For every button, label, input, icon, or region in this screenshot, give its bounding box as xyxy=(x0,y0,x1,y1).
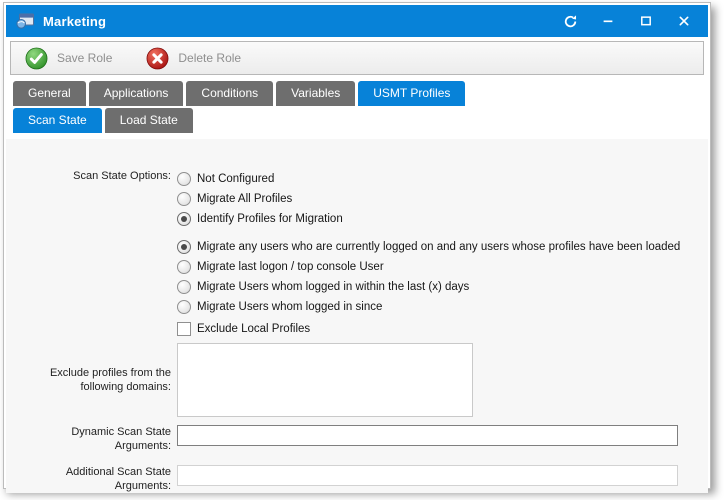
additional-args-row: Additional Scan State Arguments: xyxy=(6,465,708,493)
maximize-icon xyxy=(639,14,653,28)
checkbox-label: Exclude Local Profiles xyxy=(197,323,310,335)
radio-label: Migrate Users whom logged in since xyxy=(197,301,382,313)
dynamic-args-row: Dynamic Scan State Arguments: xyxy=(6,425,708,453)
app-icon xyxy=(16,13,34,29)
toolbar-button-label: Save Role xyxy=(57,51,112,65)
radio-indicator xyxy=(177,172,191,186)
radio-label: Migrate Users whom logged in within the … xyxy=(197,281,469,293)
dynamic-args-label: Dynamic Scan State Arguments: xyxy=(6,425,171,453)
radio-label: Migrate any users who are currently logg… xyxy=(197,241,680,253)
exclude-domains-textarea[interactable] xyxy=(177,343,473,417)
sub-tab-strip: Scan StateLoad State xyxy=(13,108,708,133)
subtab-scan-state[interactable]: Scan State xyxy=(13,108,102,133)
additional-args-input[interactable] xyxy=(177,465,678,486)
radio-indicator xyxy=(177,240,191,254)
tab-variables[interactable]: Variables xyxy=(276,81,355,106)
tab-conditions[interactable]: Conditions xyxy=(186,81,273,106)
dynamic-args-input[interactable] xyxy=(177,425,678,446)
tab-general[interactable]: General xyxy=(13,81,86,106)
radio-identify-profiles-for-migration[interactable]: Identify Profiles for Migration xyxy=(177,209,343,228)
main-tab-strip: GeneralApplicationsConditionsVariablesUS… xyxy=(13,81,708,106)
radio-migrate-last-logon-top-console-user[interactable]: Migrate last logon / top console User xyxy=(177,257,680,276)
radio-indicator xyxy=(177,212,191,226)
toolbar-button-label: Delete Role xyxy=(178,51,241,65)
radio-indicator xyxy=(177,300,191,314)
radio-label: Migrate last logon / top console User xyxy=(197,261,384,273)
radio-indicator xyxy=(177,192,191,206)
radio-indicator xyxy=(177,260,191,274)
tabs-area: GeneralApplicationsConditionsVariablesUS… xyxy=(6,75,708,133)
checkbox-indicator xyxy=(177,322,191,336)
scan-state-options-label: Scan State Options: xyxy=(6,169,171,183)
minimize-button[interactable] xyxy=(594,11,622,31)
title-bar: Marketing xyxy=(6,5,708,37)
radio-migrate-any-users-who-are-currently-logged-on-and-any-users-whose-profiles-have-been-loaded[interactable]: Migrate any users who are currently logg… xyxy=(177,237,680,256)
refresh-button[interactable] xyxy=(556,11,584,31)
radio-label: Not Configured xyxy=(197,173,274,185)
window-controls xyxy=(546,11,698,31)
tab-applications[interactable]: Applications xyxy=(89,81,184,106)
radio-label: Identify Profiles for Migration xyxy=(197,213,343,225)
radio-migrate-users-whom-logged-in-since[interactable]: Migrate Users whom logged in since xyxy=(177,297,680,316)
subtab-load-state[interactable]: Load State xyxy=(105,108,193,133)
radio-label: Migrate All Profiles xyxy=(197,193,292,205)
exclude-domains-label: Exclude profiles from the following doma… xyxy=(6,366,171,394)
additional-args-label: Additional Scan State Arguments: xyxy=(6,465,171,493)
delete-role-button[interactable]: Delete Role xyxy=(146,47,241,70)
migration-detail-row: Migrate any users who are currently logg… xyxy=(6,237,708,317)
secondary-options-group: Migrate any users who are currently logg… xyxy=(177,237,680,317)
tab-usmt-profiles[interactable]: USMT Profiles xyxy=(358,81,465,106)
radio-not-configured[interactable]: Not Configured xyxy=(177,169,343,188)
exclude-local-profiles-checkbox[interactable]: Exclude Local Profiles xyxy=(177,319,310,338)
maximize-button[interactable] xyxy=(632,11,660,31)
scan-state-panel: Scan State Options: Not Configured Migrat… xyxy=(6,139,708,493)
scan-state-options-row: Scan State Options: Not Configured Migrat… xyxy=(6,169,708,229)
radio-migrate-users-whom-logged-in-within-the-last-x-days[interactable]: Migrate Users whom logged in within the … xyxy=(177,277,680,296)
delete-x-icon xyxy=(146,47,169,70)
close-icon xyxy=(677,14,691,28)
window-title: Marketing xyxy=(43,14,546,29)
toolbar: Save Role Delete Role xyxy=(10,41,704,75)
primary-options-group: Not Configured Migrate All Profiles Identi… xyxy=(177,169,343,229)
minimize-icon xyxy=(601,14,615,28)
radio-migrate-all-profiles[interactable]: Migrate All Profiles xyxy=(177,189,343,208)
exclude-local-profiles-row: Exclude Local Profiles xyxy=(6,319,708,337)
exclude-domains-row: Exclude profiles from the following doma… xyxy=(6,343,708,417)
refresh-icon xyxy=(563,14,578,29)
radio-indicator xyxy=(177,280,191,294)
save-check-icon xyxy=(25,47,48,70)
close-button[interactable] xyxy=(670,11,698,31)
save-role-button[interactable]: Save Role xyxy=(25,47,112,70)
dialog-window: Marketing Save Role Delete Role GeneralAp… xyxy=(3,2,711,489)
